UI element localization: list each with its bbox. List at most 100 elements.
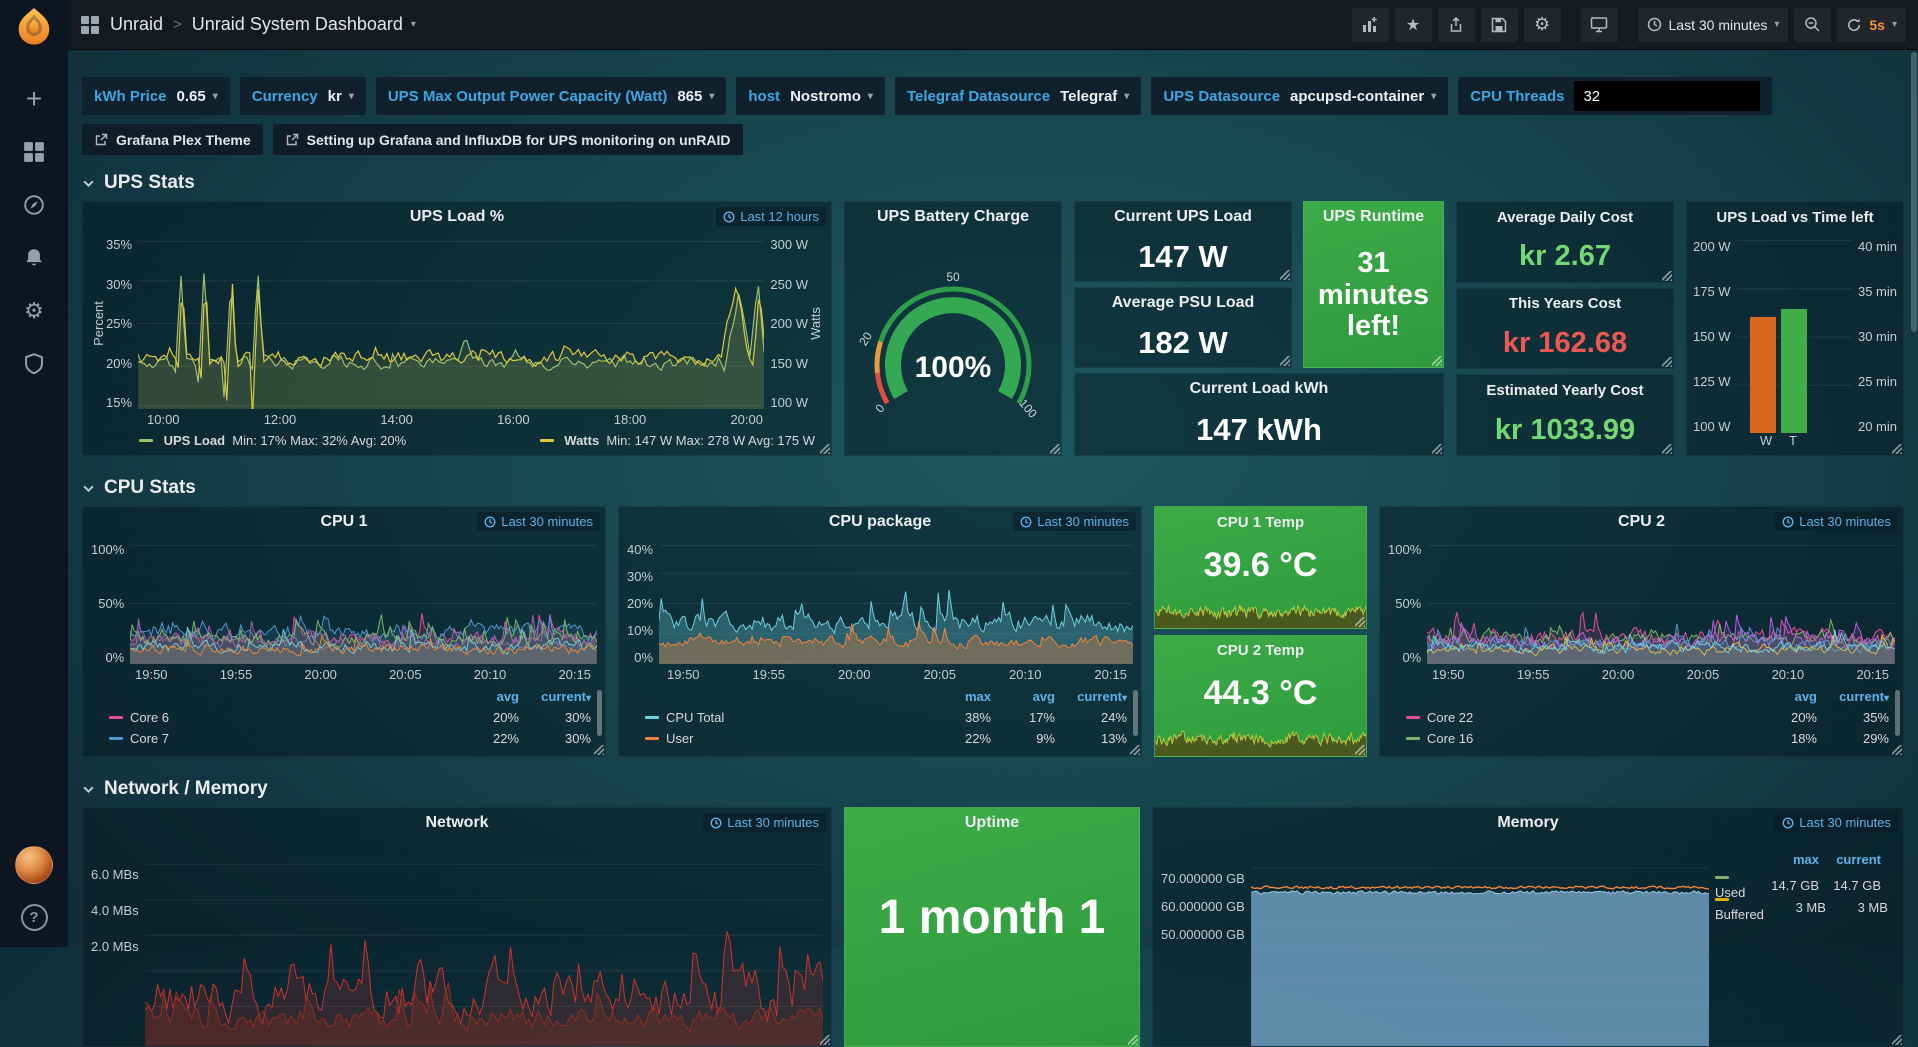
legend-table: maxcurrent Used 14.7 GB14.7 GB Buffered …	[1709, 844, 1895, 1046]
panel-title-ups-load[interactable]: UPS Load % Last 12 hours	[83, 202, 831, 232]
panel-resize-handle[interactable]	[820, 1035, 830, 1045]
legend-scrollbar[interactable]	[1895, 690, 1900, 736]
time-range-label: Last 30 minutes	[1669, 17, 1768, 33]
zoom-out-time-button[interactable]	[1794, 8, 1831, 42]
panel-time-override[interactable]: Last 12 hours	[716, 207, 826, 226]
panel-uptime: Uptime 1 month 1	[844, 807, 1140, 1047]
alerting-bell-icon[interactable]	[21, 245, 47, 271]
dashboard-title-dropdown[interactable]: Unraid System Dashboard ▾	[192, 14, 416, 35]
chart-area[interactable]	[1251, 844, 1709, 1046]
refresh-button[interactable]: 5s ▾	[1837, 8, 1906, 42]
series-swatch	[139, 439, 153, 442]
cycle-view-mode-button[interactable]	[1581, 8, 1618, 42]
panel-resize-handle[interactable]	[1280, 270, 1290, 280]
panel-resize-handle[interactable]	[1130, 745, 1140, 755]
panel-resize-handle[interactable]	[1662, 444, 1672, 454]
section-ups-stats[interactable]: UPS Stats	[82, 172, 1904, 194]
bar-watts[interactable]	[1750, 317, 1776, 433]
panel-resize-handle[interactable]	[594, 745, 604, 755]
cpu-threads-input[interactable]	[1574, 81, 1760, 111]
var-ups-max-output[interactable]: UPS Max Output Power Capacity (Watt) 865…	[376, 77, 727, 115]
bar-time-left[interactable]	[1781, 309, 1807, 433]
y-axis-left: 40%30% 20%10% 0%	[627, 543, 659, 664]
stat-value: 31 minutes left!	[1304, 232, 1443, 367]
var-telegraf-datasource[interactable]: Telegraf Datasource Telegraf▾	[895, 77, 1141, 115]
panel-resize-handle[interactable]	[1355, 617, 1365, 627]
panel-resize-handle[interactable]	[1432, 444, 1442, 454]
save-dashboard-button[interactable]	[1481, 8, 1518, 42]
chart-area[interactable]	[145, 844, 823, 1046]
panel-cpu-1: CPU 1 Last 30 minutes 100%50%0% 19:5019:…	[82, 506, 606, 757]
help-icon[interactable]: ?	[21, 904, 48, 931]
panel-resize-handle[interactable]	[1892, 745, 1902, 755]
panel-time-override[interactable]: Last 30 minutes	[1013, 512, 1136, 531]
panel-resize-handle[interactable]	[1280, 356, 1290, 366]
panel-time-override[interactable]: Last 30 minutes	[703, 813, 826, 832]
panel-resize-handle[interactable]	[1662, 271, 1672, 281]
panel-resize-handle[interactable]	[1355, 745, 1365, 755]
configuration-gear-icon[interactable]: ⚙	[21, 298, 47, 324]
x-axis: 19:5019:5520:00 20:0520:1020:15	[667, 664, 1127, 684]
panel-resize-handle[interactable]	[820, 444, 830, 454]
breadcrumb-folder[interactable]: Unraid	[110, 14, 163, 35]
clock-icon	[1647, 17, 1662, 32]
legend-series-watts[interactable]: Watts Min: 147 W Max: 278 W Avg: 175 W	[540, 433, 815, 448]
dashboard-grid-icon[interactable]	[80, 15, 100, 35]
x-axis: 19:5019:5520:00 20:0520:1020:15	[135, 664, 591, 684]
zoom-out-icon	[1804, 16, 1821, 33]
var-host[interactable]: host Nostromo▾	[736, 77, 885, 115]
chevron-down-icon: ▾	[1774, 19, 1779, 30]
add-panel-button[interactable]	[1352, 8, 1389, 42]
panel-time-override[interactable]: Last 30 minutes	[477, 512, 600, 531]
panel-time-override[interactable]: Last 30 minutes	[1775, 512, 1898, 531]
section-cpu-stats[interactable]: CPU Stats	[82, 477, 1904, 499]
x-axis: 19:5019:5520:00 20:0520:1020:15	[1432, 664, 1889, 684]
link-grafana-plex-theme[interactable]: Grafana Plex Theme	[82, 124, 263, 155]
page-scrollbar[interactable]	[1911, 52, 1917, 332]
breadcrumb-separator-icon: >	[173, 16, 182, 33]
var-kwh-price[interactable]: kWh Price 0.65▾	[82, 77, 230, 115]
time-range-picker[interactable]: Last 30 minutes ▾	[1638, 8, 1789, 42]
star-dashboard-button[interactable]: ★	[1395, 8, 1432, 42]
server-admin-shield-icon[interactable]	[21, 351, 47, 377]
chart-area[interactable]	[138, 238, 764, 409]
panel-time-override[interactable]: Last 30 minutes	[1775, 813, 1898, 832]
var-currency[interactable]: Currency kr▾	[240, 77, 366, 115]
dashboard-settings-button[interactable]: ⚙	[1524, 8, 1561, 42]
section-network-memory[interactable]: Network / Memory	[82, 778, 1904, 800]
legend-scrollbar[interactable]	[597, 690, 602, 736]
panel-resize-handle[interactable]	[1892, 1035, 1902, 1045]
y-axis-right: 40 min35 min 30 min25 min 20 min	[1852, 240, 1897, 433]
bar-chart-area[interactable]	[1737, 240, 1852, 433]
tv-monitor-icon	[1590, 16, 1608, 33]
user-avatar[interactable]	[15, 846, 53, 884]
stat-value: kr 1033.99	[1457, 405, 1673, 455]
chevron-down-icon	[82, 783, 95, 796]
chart-area[interactable]	[130, 543, 597, 664]
link-ups-monitoring-guide[interactable]: Setting up Grafana and InfluxDB for UPS …	[273, 124, 743, 155]
breadcrumb: Unraid > Unraid System Dashboard ▾	[110, 14, 416, 35]
dashboards-icon[interactable]	[21, 139, 47, 165]
stat-value: 1 month 1	[845, 890, 1139, 945]
panel-title[interactable]: UPS Battery Charge	[845, 202, 1061, 232]
panel-resize-handle[interactable]	[1128, 1035, 1138, 1045]
var-cpu-threads: CPU Threads	[1458, 77, 1772, 115]
add-icon[interactable]: +	[21, 86, 47, 112]
explore-compass-icon[interactable]	[21, 192, 47, 218]
panel-resize-handle[interactable]	[1892, 444, 1902, 454]
legend-scrollbar[interactable]	[1133, 690, 1138, 736]
stat-value: kr 2.67	[1457, 232, 1673, 282]
chart-area[interactable]	[1427, 543, 1895, 664]
panel-resize-handle[interactable]	[1432, 356, 1442, 366]
share-dashboard-button[interactable]	[1438, 8, 1475, 42]
stat-value: 147 W	[1075, 232, 1291, 281]
panel-resize-handle[interactable]	[1662, 357, 1672, 367]
chevron-down-icon: ▾	[1892, 19, 1897, 30]
legend-series-ups-load[interactable]: UPS Load Min: 17% Max: 32% Avg: 20%	[139, 433, 406, 448]
stat-value: 147 kWh	[1075, 404, 1443, 455]
grafana-logo[interactable]	[14, 0, 54, 52]
panel-resize-handle[interactable]	[1050, 444, 1060, 454]
chart-area[interactable]	[659, 543, 1133, 664]
var-ups-datasource[interactable]: UPS Datasource apcupsd-container▾	[1151, 77, 1448, 115]
sort-caret-icon: ▾	[1884, 693, 1889, 704]
